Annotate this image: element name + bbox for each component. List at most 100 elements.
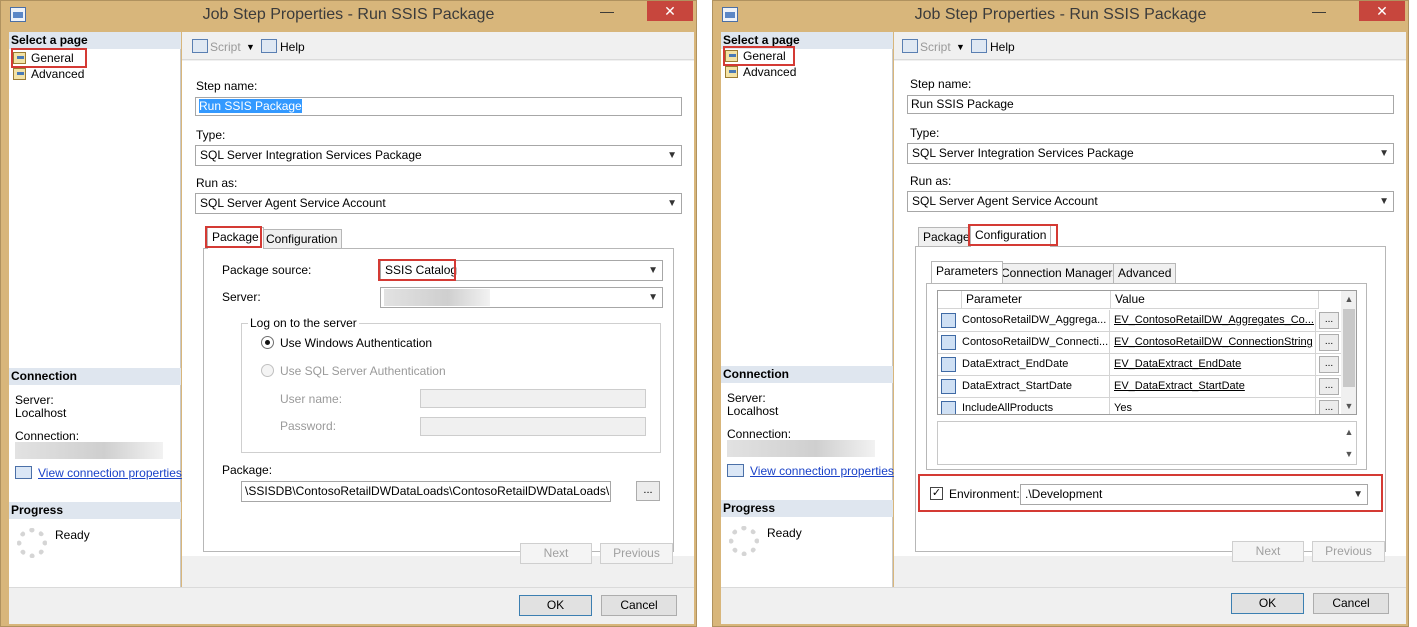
title-bar[interactable]: Job Step Properties - Run SSIS Package —… [1,1,696,31]
parameter-edit-button[interactable]: ... [1319,312,1339,329]
parameter-icon [941,401,956,414]
username-input[interactable] [420,389,646,408]
run-as-select[interactable]: SQL Server Agent Service Account ▼ [907,191,1394,212]
run-as-label: Run as: [196,176,238,190]
scroll-down-icon[interactable]: ▼ [1341,446,1356,462]
ok-button[interactable]: OK [1231,593,1304,614]
tab-configuration[interactable]: Configuration [970,225,1052,247]
close-button[interactable]: ✕ [1359,1,1405,21]
tab-advanced[interactable]: Advanced [1113,263,1177,283]
password-input[interactable] [420,417,646,436]
parameter-icon [941,335,956,350]
script-dropdown-chevron-icon[interactable]: ▼ [956,42,965,52]
package-source-select[interactable]: SSIS Catalog ▼ [380,260,663,281]
scroll-up-icon[interactable]: ▲ [1341,291,1356,307]
next-button[interactable]: Next [520,543,592,564]
page-item-general[interactable]: General [13,50,93,66]
parameter-value[interactable]: EV_DataExtract_StartDate [1111,376,1316,397]
help-button[interactable]: Help [280,40,305,54]
table-row[interactable]: DataExtract_StartDate EV_DataExtract_Sta… [938,376,1342,398]
type-select[interactable]: SQL Server Integration Services Package … [907,143,1394,164]
package-source-value: SSIS Catalog [385,263,458,277]
view-connection-properties-link[interactable]: View connection properties [38,466,182,480]
parameter-edit-button[interactable]: ... [1319,334,1339,351]
configuration-tab-panel: Parameters Connection Managers Advanced … [915,246,1386,552]
ok-button[interactable]: OK [519,595,592,616]
type-label: Type: [910,126,940,140]
parameter-name: DataExtract_StartDate [962,376,1110,397]
parameter-value[interactable]: EV_DataExtract_EndDate [1111,354,1316,375]
table-row[interactable]: DataExtract_EndDate EV_DataExtract_EndDa… [938,354,1342,376]
parameter-value[interactable]: EV_ContosoRetailDW_Aggregates_Co... [1111,310,1316,331]
script-button[interactable]: Script [920,40,951,54]
run-as-value: SQL Server Agent Service Account [200,196,386,210]
select-page-header: Select a page [9,32,181,49]
environment-value: .\Development [1025,487,1103,501]
server-value-redacted [384,289,490,306]
view-connection-properties-link[interactable]: View connection properties [750,464,894,478]
cancel-button[interactable]: Cancel [1313,593,1389,614]
help-button[interactable]: Help [990,40,1015,54]
help-icon [971,39,987,53]
parameter-name: ContosoRetailDW_Connecti... [962,332,1110,353]
script-dropdown-chevron-icon[interactable]: ▼ [246,42,255,52]
parameter-edit-button[interactable]: ... [1319,356,1339,373]
logon-group-label: Log on to the server [248,316,359,330]
step-name-input[interactable]: Run SSIS Package [907,95,1394,114]
package-path-input[interactable]: \SSISDB\ContosoRetailDWDataLoads\Contoso… [241,481,611,502]
grid-scrollbar[interactable]: ▲ ▼ [1341,291,1356,414]
page-item-advanced[interactable]: Advanced [725,64,805,80]
minimize-button[interactable]: — [1306,1,1332,21]
parameter-edit-button[interactable]: ... [1319,378,1339,395]
previous-button[interactable]: Previous [1312,541,1385,562]
parameter-edit-button[interactable]: ... [1319,400,1339,414]
table-row[interactable]: ContosoRetailDW_Connecti... EV_ContosoRe… [938,332,1342,354]
environment-select[interactable]: .\Development ▼ [1020,484,1368,505]
tab-connection-managers[interactable]: Connection Managers [996,263,1124,283]
general-page-content: Step name: Run SSIS Package Type: SQL Se… [182,61,694,556]
scroll-thumb[interactable] [1343,309,1355,387]
run-as-label: Run as: [910,174,952,188]
run-as-select[interactable]: SQL Server Agent Service Account ▼ [195,193,682,214]
minimize-button[interactable]: — [594,1,620,21]
grid-header-value: Value [1111,291,1319,309]
logon-groupbox: Log on to the server Use Windows Authent… [241,316,661,453]
cancel-button[interactable]: Cancel [601,595,677,616]
table-row[interactable]: IncludeAllProducts Yes ... [938,398,1342,414]
parameter-value[interactable]: Yes [1111,398,1316,414]
close-button[interactable]: ✕ [647,1,693,21]
tab-parameters[interactable]: Parameters [931,261,1004,283]
script-icon [902,39,918,53]
next-button[interactable]: Next [1232,541,1304,562]
type-select[interactable]: SQL Server Integration Services Package … [195,145,682,166]
script-button[interactable]: Script [210,40,241,54]
environment-checkbox[interactable]: ✓ [930,487,943,500]
type-value: SQL Server Integration Services Package [912,146,1134,160]
title-bar[interactable]: Job Step Properties - Run SSIS Package —… [713,1,1408,31]
page-item-advanced[interactable]: Advanced [13,66,93,82]
parameters-grid: Parameter Value ContosoRetailDW_Aggrega.… [937,290,1357,415]
table-row[interactable]: ContosoRetailDW_Aggrega... EV_ContosoRet… [938,310,1342,332]
right-pane: Script ▼ Help Step name: Run SSIS Packag… [894,32,1406,587]
scroll-down-icon[interactable]: ▼ [1341,398,1356,414]
page-item-general[interactable]: General [725,48,805,64]
script-icon [192,39,208,53]
parameter-value[interactable]: EV_ContosoRetailDW_ConnectionString [1111,332,1316,353]
type-value: SQL Server Integration Services Package [200,148,422,162]
previous-button[interactable]: Previous [600,543,673,564]
description-scrollbar[interactable]: ▲ ▼ [1341,422,1356,464]
scroll-up-icon[interactable]: ▲ [1341,424,1356,440]
server-value: Localhost [727,404,779,418]
step-name-input[interactable]: Run SSIS Package [195,97,682,116]
left-pane: Select a page General Advanced Connectio… [9,32,182,587]
chevron-down-icon: ▼ [667,198,677,209]
package-browse-button[interactable]: ... [636,481,660,501]
tab-configuration[interactable]: Configuration [261,229,343,249]
tab-package[interactable]: Package [918,227,975,247]
tab-package[interactable]: Package [207,227,264,249]
select-page-header: Select a page [721,32,893,49]
windows-auth-label: Use Windows Authentication [280,336,433,350]
page-item-label: Advanced [743,65,797,79]
windows-auth-radio[interactable] [261,336,274,349]
sql-auth-radio[interactable] [261,364,274,377]
